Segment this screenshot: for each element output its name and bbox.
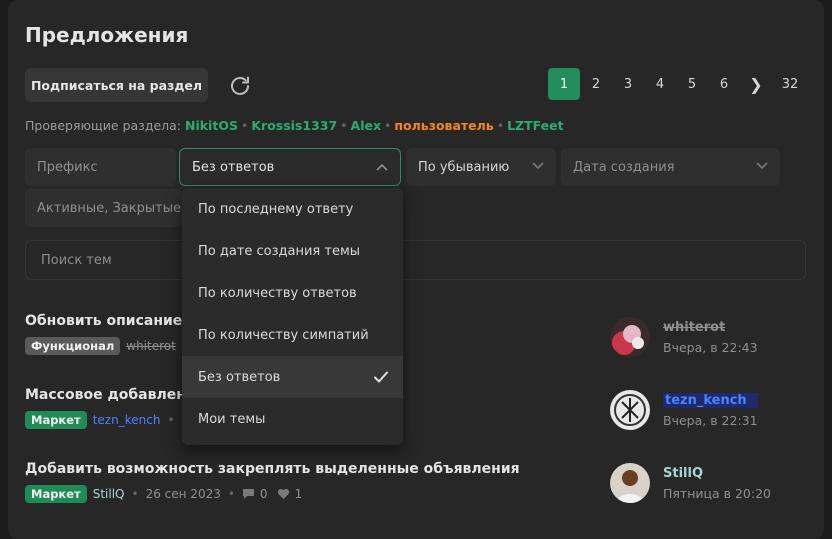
thread-title[interactable]: Массовое добавление <box>25 387 205 403</box>
thread-title[interactable]: Обновить описание ф <box>25 313 201 329</box>
sort-option[interactable]: По количеству симпатий <box>182 314 403 356</box>
thread-item: Обновить описание ф Функционал whiterot … <box>25 313 201 355</box>
prefix-filter-label: Префикс <box>37 159 98 175</box>
last-reply-user[interactable]: tezn_kench <box>663 392 758 408</box>
last-reply-user[interactable]: StillQ <box>663 466 771 481</box>
prefix-tag[interactable]: Маркет <box>25 485 87 503</box>
thread-title[interactable]: Добавить возможность закреплять выделенн… <box>25 461 520 477</box>
last-reply-user[interactable]: whiterot <box>663 320 758 335</box>
chevron-up-icon <box>376 163 388 171</box>
order-select-value: По убыванию <box>418 159 510 175</box>
prefix-tag[interactable]: Маркет <box>25 411 87 429</box>
reply-count: 0 <box>259 487 268 501</box>
page-link-last[interactable]: 32 <box>772 68 808 100</box>
thread-meta: Маркет StillQ • 26 сен 2023 • 0 1 <box>25 485 520 503</box>
avatar[interactable] <box>610 390 650 430</box>
sort-select-value: Без ответов <box>192 159 275 175</box>
thread-date[interactable]: 26 сен 2023 <box>146 487 221 501</box>
last-reply-time[interactable]: Вчера, в 22:43 <box>663 340 758 355</box>
comment-icon <box>242 489 254 499</box>
last-reply: tezn_kench Вчера, в 22:31 <box>610 390 758 430</box>
last-reply-time[interactable]: Вчера, в 22:31 <box>663 413 758 428</box>
order-select[interactable]: По убыванию <box>406 148 556 186</box>
date-select-value: Дата создания <box>573 159 675 175</box>
moderator-link[interactable]: пользователь <box>394 118 493 133</box>
prefix-tag[interactable]: Функционал <box>25 337 121 355</box>
search-input[interactable]: Поиск тем <box>25 240 806 280</box>
last-reply: StillQ Пятница в 20:20 <box>610 463 771 503</box>
page-link-6[interactable]: 6 <box>708 68 740 100</box>
page-link-4[interactable]: 4 <box>644 68 676 100</box>
sort-option[interactable]: По количеству ответов <box>182 272 403 314</box>
moderator-link[interactable]: NikitOS <box>185 118 238 133</box>
state-filter[interactable]: Активные, Закрытые <box>25 189 182 227</box>
sort-option[interactable]: По дате создания темы <box>182 230 403 272</box>
page-link-5[interactable]: 5 <box>676 68 708 100</box>
avatar[interactable] <box>610 463 650 503</box>
thread-author[interactable]: StillQ <box>93 487 125 501</box>
thread-item: Добавить возможность закреплять выделенн… <box>25 461 520 503</box>
sort-option[interactable]: Мои темы <box>182 398 403 440</box>
page-title: Предложения <box>25 23 189 47</box>
thread-author[interactable]: whiterot <box>126 339 176 353</box>
thread-item: Массовое добавление Маркет tezn_kench • … <box>25 387 205 429</box>
like-count: 1 <box>294 487 303 501</box>
refresh-icon[interactable] <box>228 74 252 98</box>
last-reply: whiterot Вчера, в 22:43 <box>610 317 758 357</box>
page-link-3[interactable]: 3 <box>612 68 644 100</box>
page-link-2[interactable]: 2 <box>580 68 612 100</box>
heart-icon <box>277 488 289 499</box>
thread-author[interactable]: tezn_kench <box>93 413 161 427</box>
page-link-1[interactable]: 1 <box>548 68 580 100</box>
prefix-filter[interactable]: Префикс <box>25 148 176 186</box>
chevron-down-icon <box>756 162 768 170</box>
date-select[interactable]: Дата создания <box>561 148 780 186</box>
search-placeholder: Поиск тем <box>41 252 112 268</box>
last-reply-time[interactable]: Пятница в 20:20 <box>663 486 771 501</box>
sort-select[interactable]: Без ответов <box>179 148 401 186</box>
moderator-link[interactable]: LZTFeet <box>507 118 564 133</box>
thread-meta: Маркет tezn_kench • Ср <box>25 411 205 429</box>
chevron-down-icon <box>532 162 544 170</box>
next-page-icon[interactable]: ❯ <box>740 68 772 100</box>
pagination: 1 2 3 4 5 6 ❯ 32 <box>548 68 808 100</box>
sort-option-selected[interactable]: Без ответов <box>182 356 403 398</box>
moderator-link[interactable]: Alex <box>351 118 382 133</box>
state-filter-value: Активные, Закрытые <box>37 200 181 216</box>
sort-option[interactable]: По последнему ответу <box>182 188 403 230</box>
thread-meta: Функционал whiterot • <box>25 337 201 355</box>
section-moderators: Проверяющие раздела: NikitOS • Krossis1337… <box>25 118 564 133</box>
moderator-link[interactable]: Krossis1337 <box>251 118 337 133</box>
moderators-label: Проверяющие раздела: <box>25 118 182 133</box>
sort-dropdown: По последнему ответу По дате создания те… <box>182 188 403 445</box>
checkmark-icon <box>374 371 388 383</box>
subscribe-button[interactable]: Подписаться на раздел <box>25 68 208 102</box>
sort-option-label: Без ответов <box>198 369 281 385</box>
avatar[interactable] <box>610 317 650 357</box>
